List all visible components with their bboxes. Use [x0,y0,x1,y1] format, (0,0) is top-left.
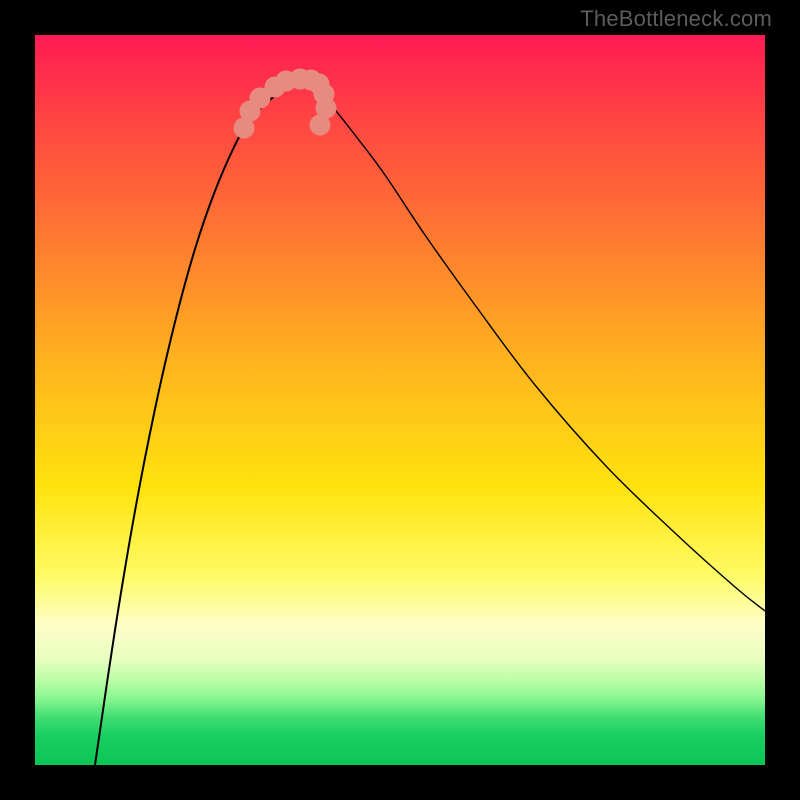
marker-dot [310,115,331,136]
curve-left [95,89,285,765]
watermark-text: TheBottleneck.com [580,6,772,32]
plot-area [35,35,765,765]
highlight-markers [234,69,337,139]
chart-stage: TheBottleneck.com [0,0,800,800]
plot-overlay-svg [35,35,765,765]
curve-right [315,89,765,611]
